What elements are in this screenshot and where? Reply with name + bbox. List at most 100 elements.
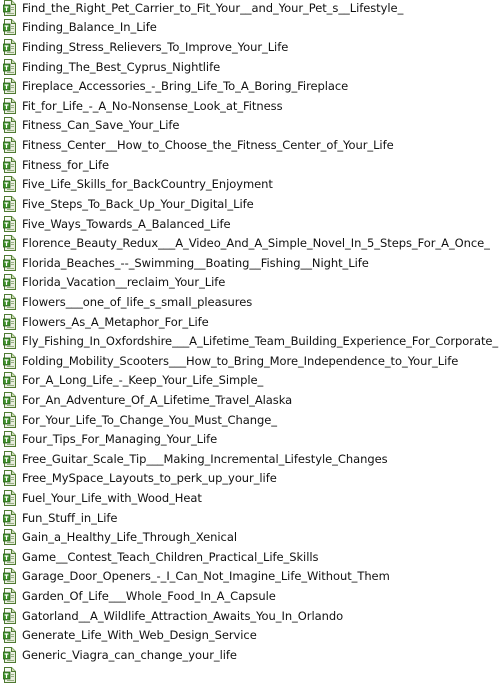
text-document-icon (3, 137, 16, 154)
file-item[interactable]: Generate_Life_With_Web_Design_Service (0, 626, 500, 646)
text-document-icon (3, 274, 16, 291)
file-item[interactable]: Fit_for_Life_-_A_No-Nonsense_Look_at_Fit… (0, 96, 500, 116)
text-document-icon (3, 509, 16, 526)
file-item[interactable]: Five_Life_Skills_for_BackCountry_Enjoyme… (0, 174, 500, 194)
file-item[interactable]: Fun_Stuff_in_Life (0, 508, 500, 528)
file-item[interactable]: Fly_Fishing_In_Oxfordshire___A_Lifetime_… (0, 331, 500, 351)
text-document-icon (3, 19, 16, 36)
file-name: Game__Contest_Teach_Children_Practical_L… (22, 549, 319, 564)
text-document-icon (3, 666, 16, 683)
file-item[interactable]: Finding_The_Best_Cyprus_Nightlife (0, 57, 500, 77)
file-name: Generate_Life_With_Web_Design_Service (22, 628, 257, 643)
file-item[interactable]: Flowers_As_A_Metaphor_For_Life (0, 312, 500, 332)
text-document-icon (3, 313, 16, 330)
file-name: Finding_Stress_Relievers_To_Improve_Your… (22, 40, 289, 55)
text-document-icon (3, 391, 16, 408)
text-document-icon (3, 176, 16, 193)
file-item[interactable]: Flowers___one_of_life_s_small_pleasures (0, 292, 500, 312)
text-document-icon (3, 156, 16, 173)
text-document-icon (3, 490, 16, 507)
file-item[interactable]: Folding_Mobility_Scooters___How_to_Bring… (0, 351, 500, 371)
text-document-icon (3, 0, 16, 16)
text-document-icon (3, 195, 16, 212)
text-document-icon (3, 411, 16, 428)
text-document-icon (3, 450, 16, 467)
text-document-icon (3, 97, 16, 114)
file-name: For_Your_Life_To_Change_You_Must_Change_ (22, 412, 277, 427)
text-document-icon (3, 607, 16, 624)
file-name: For_An_Adventure_Of_A_Lifetime_Travel_Al… (22, 392, 293, 407)
file-name: For_A_Long_Life_-_Keep_Your_Life_Simple_ (22, 373, 264, 388)
text-document-icon (3, 235, 16, 252)
file-name: Fitness_Center__How_to_Choose_the_Fitnes… (22, 138, 394, 153)
file-item[interactable] (0, 665, 500, 684)
file-item[interactable]: Free_Guitar_Scale_Tip___Making_Increment… (0, 449, 500, 469)
file-item[interactable]: Finding_Stress_Relievers_To_Improve_Your… (0, 37, 500, 57)
text-document-icon (3, 58, 16, 75)
text-document-icon (3, 215, 16, 232)
file-item[interactable]: Garage_Door_Openers_-_I_Can_Not_Imagine_… (0, 567, 500, 587)
file-name: Flowers_As_A_Metaphor_For_Life (22, 314, 209, 329)
file-name: Finding_Balance_In_Life (22, 20, 157, 35)
text-document-icon (3, 529, 16, 546)
file-name: Fuel_Your_Life_with_Wood_Heat (22, 491, 202, 506)
file-name: Folding_Mobility_Scooters___How_to_Bring… (22, 353, 459, 368)
text-document-icon (3, 548, 16, 565)
file-name: Four_Tips_For_Managing_Your_Life (22, 432, 218, 447)
file-item[interactable]: Gain_a_Healthy_Life_Through_Xenical (0, 527, 500, 547)
file-item[interactable]: Fitness_for_Life (0, 155, 500, 175)
file-item[interactable]: For_An_Adventure_Of_A_Lifetime_Travel_Al… (0, 390, 500, 410)
file-name: Find_the_Right_Pet_Carrier_to_Fit_Your__… (22, 0, 404, 15)
file-item[interactable]: Fitness_Center__How_to_Choose_the_Fitnes… (0, 135, 500, 155)
file-item[interactable]: Find_the_Right_Pet_Carrier_to_Fit_Your__… (0, 0, 500, 18)
file-list: Find_the_Right_Pet_Carrier_to_Fit_Your__… (0, 0, 500, 684)
text-document-icon (3, 39, 16, 56)
text-document-icon (3, 431, 16, 448)
text-document-icon (3, 333, 16, 350)
file-name: Fun_Stuff_in_Life (22, 510, 118, 525)
file-name: Florida_Vacation__reclaim_Your_Life (22, 275, 226, 290)
file-item[interactable]: Finding_Balance_In_Life (0, 18, 500, 38)
file-name: Gain_a_Healthy_Life_Through_Xenical (22, 530, 237, 545)
file-item[interactable]: Florida_Vacation__reclaim_Your_Life (0, 273, 500, 293)
file-item[interactable]: Free_MySpace_Layouts_to_perk_up_your_lif… (0, 469, 500, 489)
file-name: Fitness_for_Life (22, 157, 110, 172)
file-name: Five_Life_Skills_for_BackCountry_Enjoyme… (22, 177, 273, 192)
file-name: Garden_Of_Life___Whole_Food_In_A_Capsule (22, 589, 276, 604)
file-item[interactable]: Game__Contest_Teach_Children_Practical_L… (0, 547, 500, 567)
file-item[interactable]: Generic_Viagra_can_change_your_life (0, 645, 500, 665)
file-name: Flowers___one_of_life_s_small_pleasures (22, 294, 253, 309)
file-name: Finding_The_Best_Cyprus_Nightlife (22, 59, 221, 74)
file-item[interactable]: For_A_Long_Life_-_Keep_Your_Life_Simple_ (0, 371, 500, 391)
file-name: Free_Guitar_Scale_Tip___Making_Increment… (22, 451, 388, 466)
file-item[interactable]: Fireplace_Accessories_-_Bring_Life_To_A_… (0, 76, 500, 96)
file-name: Fitness_Can_Save_Your_Life (22, 118, 180, 133)
file-name: Five_Steps_To_Back_Up_Your_Digital_Life (22, 196, 254, 211)
text-document-icon (3, 352, 16, 369)
text-document-icon (3, 254, 16, 271)
text-document-icon (3, 568, 16, 585)
file-name: Free_MySpace_Layouts_to_perk_up_your_lif… (22, 471, 277, 486)
text-document-icon (3, 646, 16, 663)
file-item[interactable]: Fuel_Your_Life_with_Wood_Heat (0, 488, 500, 508)
text-document-icon (3, 78, 16, 95)
file-item[interactable]: For_Your_Life_To_Change_You_Must_Change_ (0, 410, 500, 430)
file-name: Florence_Beauty_Redux___A_Video_And_A_Si… (22, 236, 490, 251)
file-item[interactable]: Five_Steps_To_Back_Up_Your_Digital_Life (0, 194, 500, 214)
file-item[interactable]: Five_Ways_Towards_A_Balanced_Life (0, 214, 500, 234)
file-item[interactable]: Florence_Beauty_Redux___A_Video_And_A_Si… (0, 233, 500, 253)
file-item[interactable]: Fitness_Can_Save_Your_Life (0, 116, 500, 136)
file-name: Generic_Viagra_can_change_your_life (22, 647, 237, 662)
file-name: Fireplace_Accessories_-_Bring_Life_To_A_… (22, 79, 349, 94)
file-name: Fly_Fishing_In_Oxfordshire___A_Lifetime_… (22, 334, 499, 349)
file-name: Gatorland__A_Wildlife_Attraction_Awaits_… (22, 608, 344, 623)
text-document-icon (3, 588, 16, 605)
file-item[interactable]: Four_Tips_For_Managing_Your_Life (0, 429, 500, 449)
file-name: Florida_Beaches_--_Swimming__Boating__Fi… (22, 255, 369, 270)
file-item[interactable]: Gatorland__A_Wildlife_Attraction_Awaits_… (0, 606, 500, 626)
text-document-icon (3, 627, 16, 644)
file-item[interactable]: Florida_Beaches_--_Swimming__Boating__Fi… (0, 253, 500, 273)
file-item[interactable]: Garden_Of_Life___Whole_Food_In_A_Capsule (0, 586, 500, 606)
file-name: Fit_for_Life_-_A_No-Nonsense_Look_at_Fit… (22, 98, 283, 113)
file-name: Garage_Door_Openers_-_I_Can_Not_Imagine_… (22, 569, 390, 584)
